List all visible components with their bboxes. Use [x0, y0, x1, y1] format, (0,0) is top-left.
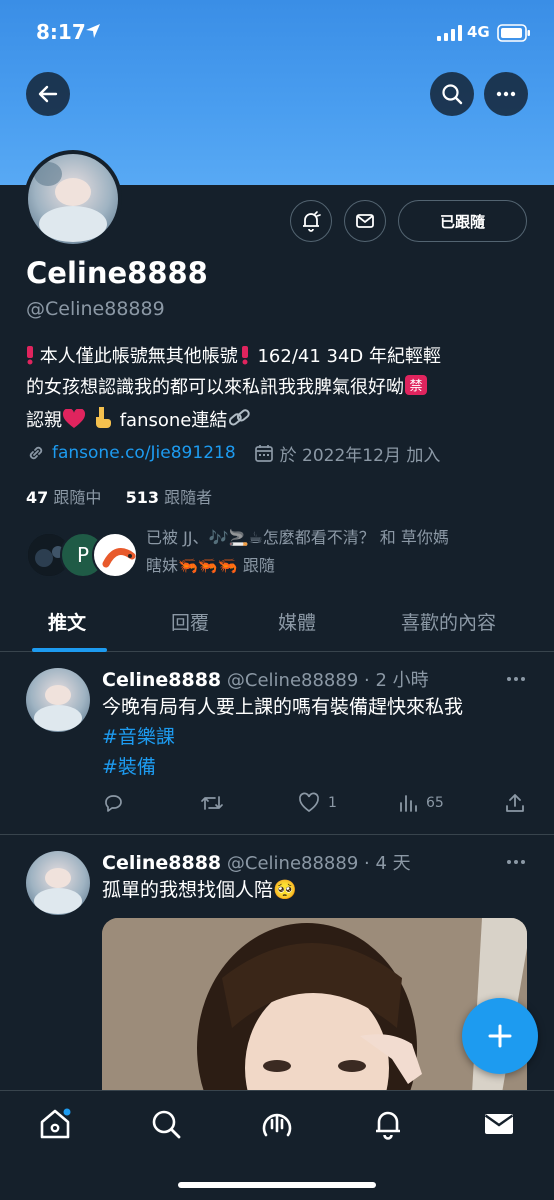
tweet-handle-time: @Celine88889 · 4 天 [226, 853, 411, 874]
tweet-avatar[interactable] [26, 851, 90, 915]
calendar-icon [254, 445, 273, 462]
link-emoji-icon [227, 407, 251, 438]
tweet-actions: 1 65 [102, 792, 528, 816]
like-button[interactable]: 1 [298, 792, 337, 814]
tweet-avatar[interactable] [26, 668, 90, 732]
active-tab-indicator [32, 648, 107, 652]
profile-handle: @Celine88889 [26, 298, 165, 320]
search-button[interactable] [430, 72, 474, 116]
followers-stat[interactable]: 513 跟隨者 [126, 488, 213, 507]
tweet-more-button[interactable] [506, 849, 526, 870]
tab-replies[interactable]: 回覆 [171, 608, 209, 635]
notifications-toggle-button[interactable] [290, 200, 332, 242]
status-bar: 8:17 4G [0, 0, 554, 64]
avatar-image [28, 154, 118, 244]
tab-media[interactable]: 媒體 [278, 608, 316, 635]
search-icon [442, 84, 463, 105]
like-icon [299, 792, 319, 813]
follower-avatar [92, 532, 138, 578]
tweet-header: Celine8888 @Celine88889 · 4 天 [102, 849, 411, 875]
network-type: 4G [467, 23, 490, 41]
prohibited-icon: 禁 [404, 374, 428, 405]
compose-plus-icon [488, 1024, 512, 1048]
home-indicator [178, 1182, 376, 1188]
notification-bell-icon [303, 211, 321, 232]
notifications-icon[interactable] [371, 1107, 405, 1141]
retweet-icon [201, 796, 223, 810]
exclamation-icon [26, 345, 34, 374]
spaces-icon[interactable] [260, 1107, 294, 1141]
tweet-photo[interactable] [102, 918, 527, 1093]
hashtag-link[interactable]: #裝備 [102, 752, 463, 782]
messages-icon[interactable] [482, 1107, 516, 1141]
known-followers-text: 已被 JJ、🎶🚬☕怎麼都看不清？ 和 草你媽 瞎妹🦐🦐🦐 跟隨 [146, 528, 449, 575]
views-button[interactable]: 65 [398, 792, 444, 814]
following-button[interactable]: 已跟隨 [398, 200, 527, 242]
message-icon [356, 214, 374, 228]
pleading-face-emoji: 🥺 [273, 879, 297, 901]
photo-image [102, 918, 527, 1093]
tweet-header: Celine8888 @Celine88889 · 2 小時 [102, 666, 429, 692]
exclamation-icon [238, 345, 252, 374]
profile-link[interactable]: fansone.co/Jie891218 [52, 443, 236, 463]
bio-line1b: 162/41 34D 年紀輕輕 [251, 346, 441, 367]
location-arrow-icon [86, 24, 100, 38]
share-button[interactable] [504, 792, 534, 814]
profile-meta: fansone.co/Jie891218 於 2022年12月 加入 [26, 440, 440, 466]
tab-likes[interactable]: 喜歡的內容 [401, 608, 496, 635]
bio-line2: 的女孩想認識我的都可以來私訊我我脾氣很好呦 [26, 377, 404, 398]
bio-line3a: 認親 [26, 410, 62, 431]
back-arrow-icon [38, 85, 58, 103]
home-icon[interactable] [38, 1107, 72, 1141]
views-icon [400, 795, 417, 812]
pointing-down-icon [92, 405, 114, 438]
signal-icon [437, 25, 462, 41]
profile-bio: 本人僅此帳號無其他帳號 162/41 34D 年紀輕輕 的女孩想認識我的都可以來… [26, 343, 536, 438]
join-date: 於 2022年12月 加入 [279, 445, 441, 466]
message-button[interactable] [344, 200, 386, 242]
profile-name: Celine8888 [26, 256, 208, 290]
more-icon [507, 677, 525, 681]
red-heart-icon [62, 408, 86, 438]
bio-line1: 本人僅此帳號無其他帳號 [34, 346, 238, 367]
tweet-divider [0, 834, 554, 835]
tweet-author-name[interactable]: Celine8888 [102, 669, 221, 691]
tweet-more-button[interactable] [506, 666, 526, 687]
bio-line3b: fansone連結 [114, 410, 228, 431]
svg-text:禁: 禁 [409, 379, 422, 394]
follow-stats: 47 跟隨中 513 跟隨者 [26, 484, 212, 508]
more-icon [507, 860, 525, 864]
tweet-text: 孤單的我想找個人陪🥺 [102, 879, 297, 901]
known-followers[interactable]: P 已被 JJ、🎶🚬☕怎麼都看不清？ 和 草你媽 瞎妹🦐🦐🦐 跟隨 [26, 526, 536, 586]
tab-tweets[interactable]: 推文 [48, 608, 86, 635]
more-button[interactable] [484, 72, 528, 116]
link-icon [29, 446, 43, 460]
retweet-button[interactable] [200, 792, 232, 814]
compose-button[interactable] [462, 998, 538, 1074]
explore-icon[interactable] [149, 1107, 183, 1141]
like-count: 1 [328, 795, 337, 811]
share-icon [506, 794, 524, 812]
more-icon [496, 91, 516, 97]
status-time: 8:17 [36, 20, 86, 44]
battery-icon [497, 24, 530, 42]
tweet-text: 今晚有局有人要上課的嗎有裝備趕快來私我 #音樂課 #裝備 [102, 692, 463, 782]
profile-tabs: 推文 回覆 媒體 喜歡的內容 [0, 596, 554, 652]
tweet-handle-time: @Celine88889 · 2 小時 [226, 670, 429, 691]
profile-avatar[interactable] [24, 150, 122, 248]
reply-icon [105, 795, 122, 812]
following-stat[interactable]: 47 跟隨中 [26, 488, 101, 507]
hashtag-link[interactable]: #音樂課 [102, 722, 463, 752]
back-button[interactable] [26, 72, 70, 116]
tweet-author-name[interactable]: Celine8888 [102, 852, 221, 874]
reply-button[interactable] [102, 792, 132, 814]
view-count: 65 [426, 795, 444, 811]
